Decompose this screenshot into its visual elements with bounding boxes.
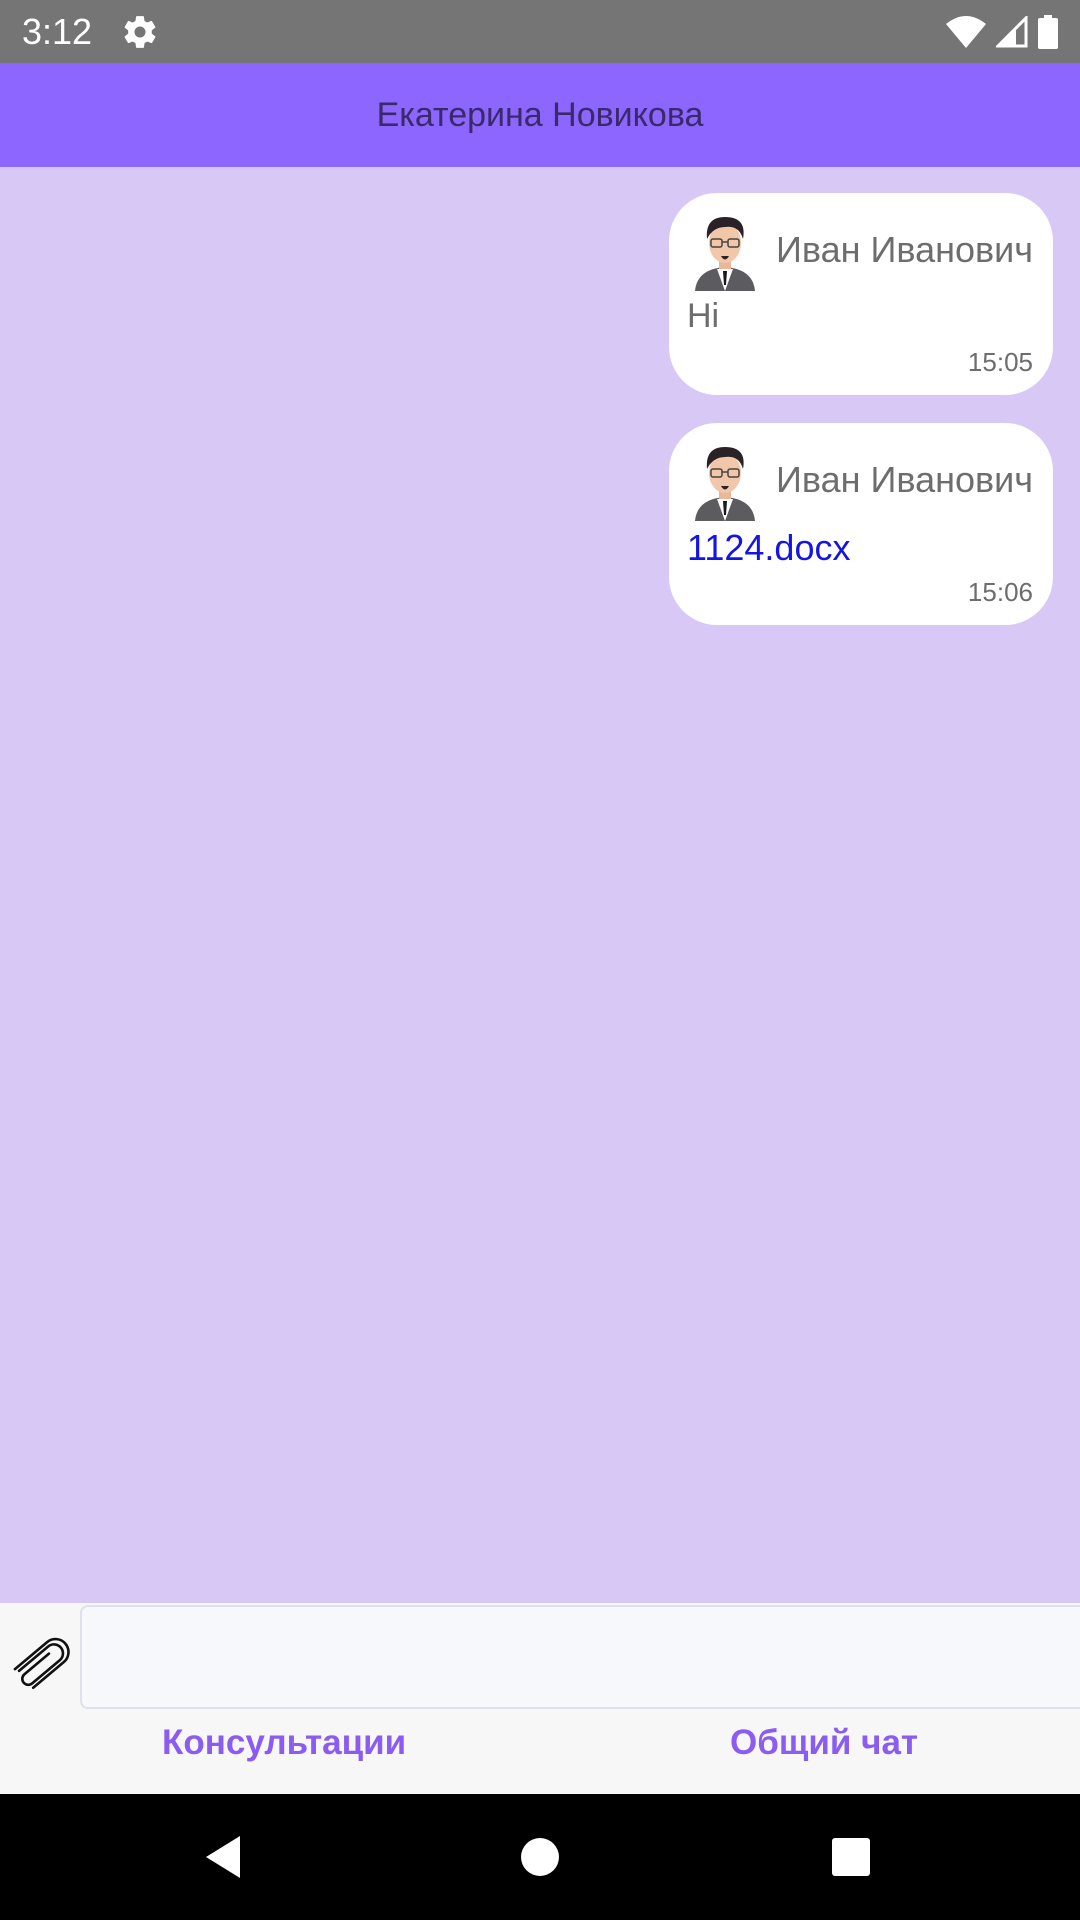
system-nav-bar [0,1794,1080,1920]
status-icons [946,14,1058,50]
sender-name: Иван Иванович [775,229,1033,270]
tab-consultations[interactable]: Консультации [162,1723,406,1763]
gear-icon [124,16,156,48]
paperclip-icon[interactable] [6,1629,72,1695]
status-bar: 3:12 [0,0,1080,63]
back-icon[interactable] [200,1832,250,1882]
status-time: 3:12 [22,11,93,52]
app-bar: Екатерина Новикова [0,63,1080,167]
message-bubble[interactable]: Иван Иванович Hi 15:05 [669,193,1053,395]
message-text: Hi [687,297,720,335]
attachment-link[interactable]: 1124.docx [687,527,850,569]
message-list[interactable]: Иван Иванович Hi 15:05 Иван Иванович 112… [0,167,1080,1603]
recent-apps-icon[interactable] [826,1832,876,1882]
businessman-avatar [695,447,755,521]
businessman-avatar [695,217,755,291]
message-time: 15:05 [967,347,1033,377]
home-icon[interactable] [515,1832,565,1882]
tab-general-chat[interactable]: Общий чат [730,1723,918,1763]
chat-title: Екатерина Новикова [376,95,704,134]
sender-name: Иван Иванович [775,459,1033,500]
wifi-icon [946,16,986,48]
battery-icon [1038,15,1058,49]
message-bubble[interactable]: Иван Иванович 1124.docx 15:06 [669,423,1053,625]
composer-panel: Консультации Общий чат [0,1603,1080,1794]
signal-icon [996,16,1028,48]
message-input[interactable] [80,1605,1080,1709]
message-time: 15:06 [967,577,1033,607]
